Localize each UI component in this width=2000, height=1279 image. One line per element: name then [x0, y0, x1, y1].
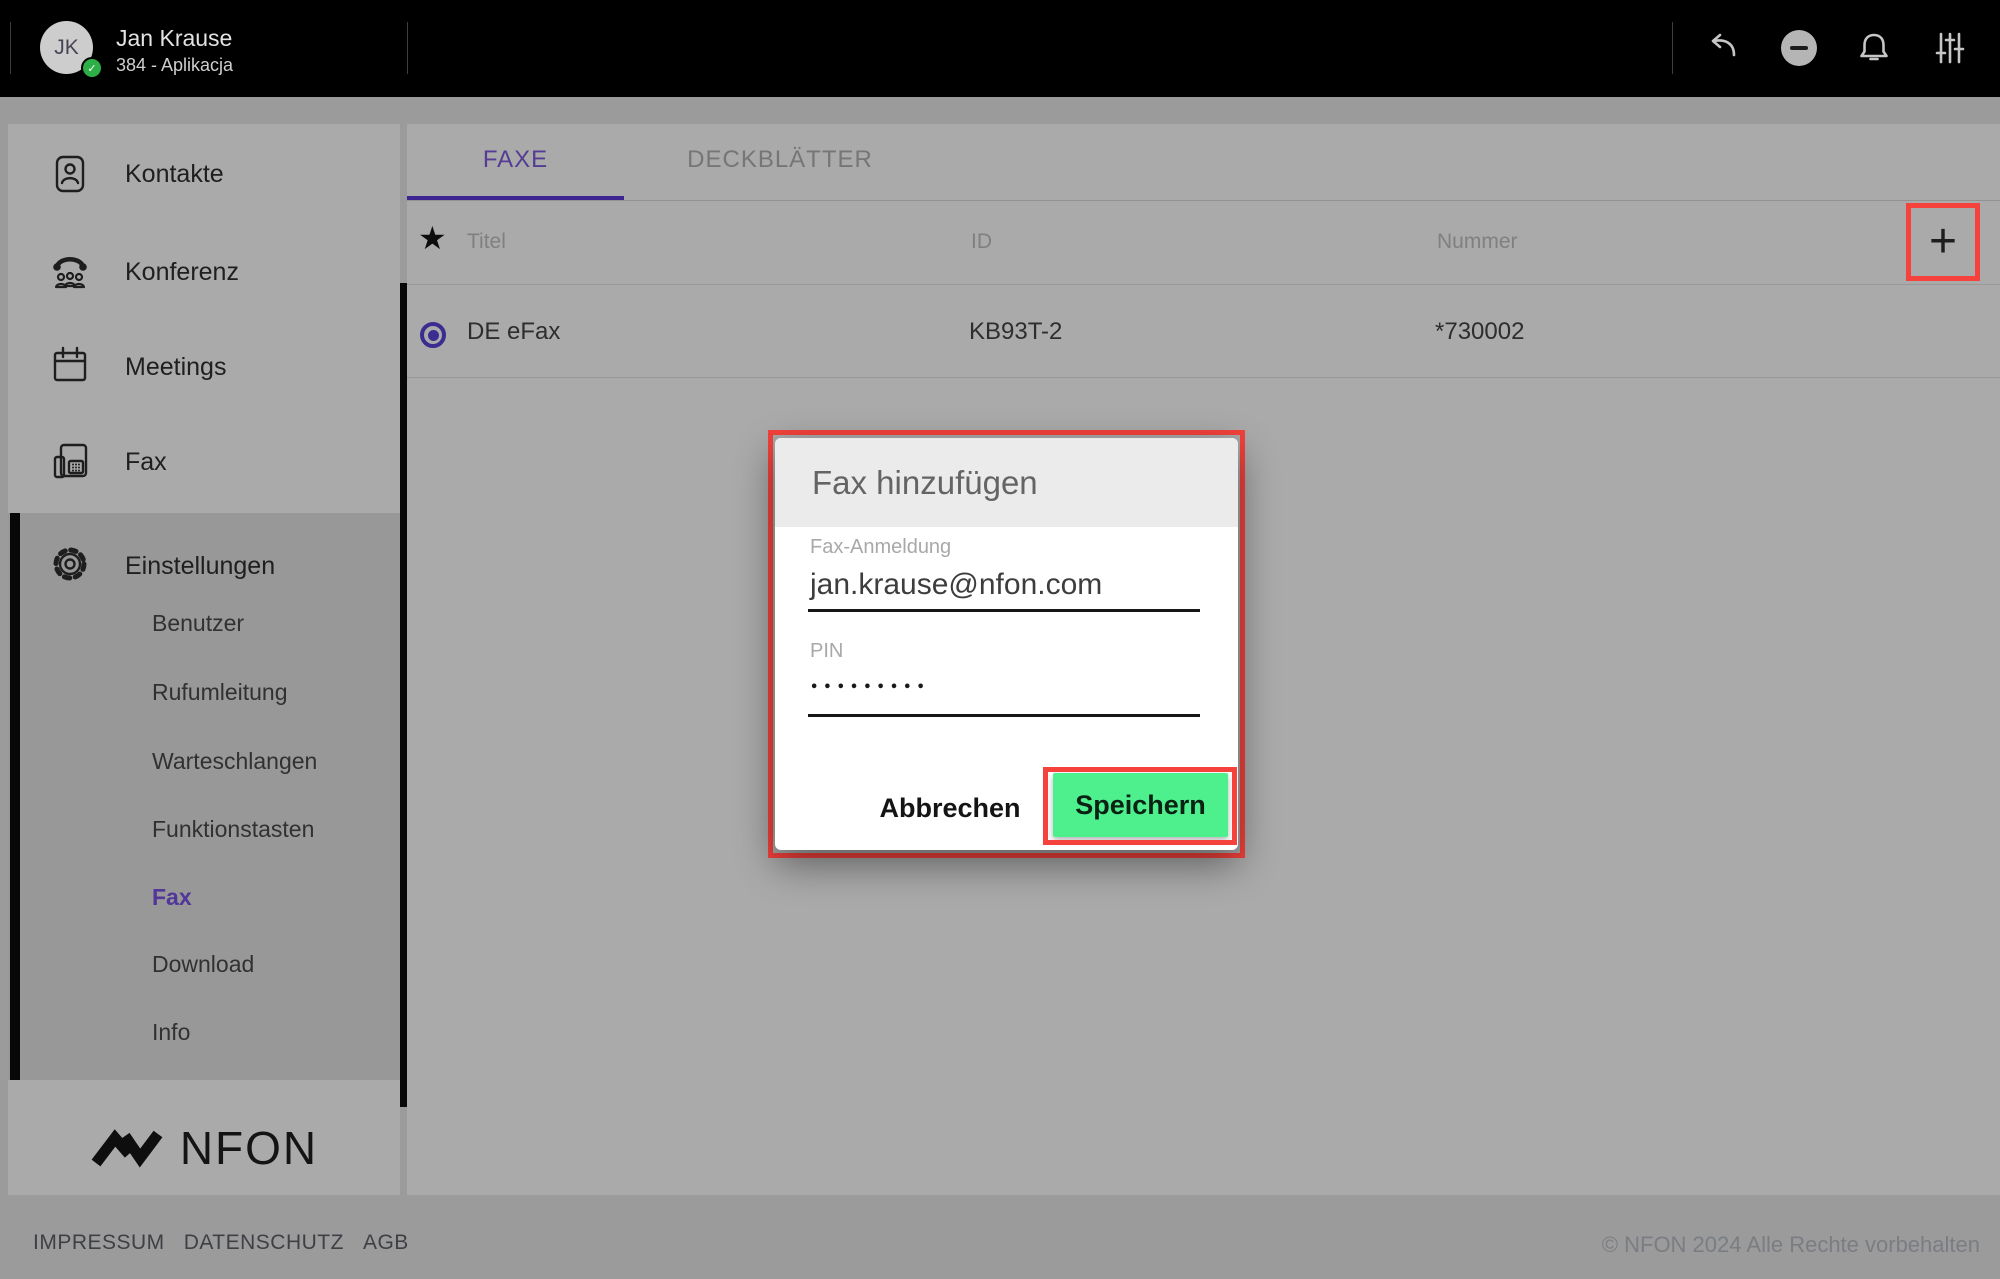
- topbar: JK ✓ Jan Krause 384 - Aplikacja: [0, 0, 2000, 97]
- user-extension: 384 - Aplikacja: [116, 55, 233, 76]
- pin-label: PIN: [810, 640, 843, 663]
- user-name: Jan Krause: [116, 25, 232, 52]
- fax-login-input[interactable]: jan.krause@nfon.com: [810, 568, 1102, 602]
- annotation-box-add-button: [1906, 203, 1980, 281]
- add-fax-dialog: Fax hinzufügen Fax-Anmeldung jan.krause@…: [775, 438, 1238, 850]
- notifications-bell-icon[interactable]: [1850, 24, 1898, 72]
- pin-input[interactable]: •••••••••: [810, 680, 930, 695]
- cancel-button[interactable]: Abbrechen: [870, 782, 1030, 834]
- settings-sliders-icon[interactable]: [1926, 24, 1974, 72]
- dnd-status-icon[interactable]: [1775, 24, 1823, 72]
- undo-icon[interactable]: [1698, 24, 1746, 72]
- dialog-title: Fax hinzufügen: [812, 438, 1038, 527]
- annotation-box-save-button: [1043, 767, 1237, 845]
- fax-login-underline: [808, 609, 1200, 612]
- topbar-divider: [407, 22, 408, 74]
- topbar-divider: [10, 22, 11, 74]
- fax-login-label: Fax-Anmeldung: [810, 536, 951, 559]
- pin-underline: [808, 714, 1200, 717]
- topbar-divider: [1672, 22, 1673, 74]
- status-check-badge: ✓: [81, 57, 103, 79]
- avatar-initials: JK: [54, 36, 79, 60]
- dialog-header: Fax hinzufügen: [775, 438, 1238, 527]
